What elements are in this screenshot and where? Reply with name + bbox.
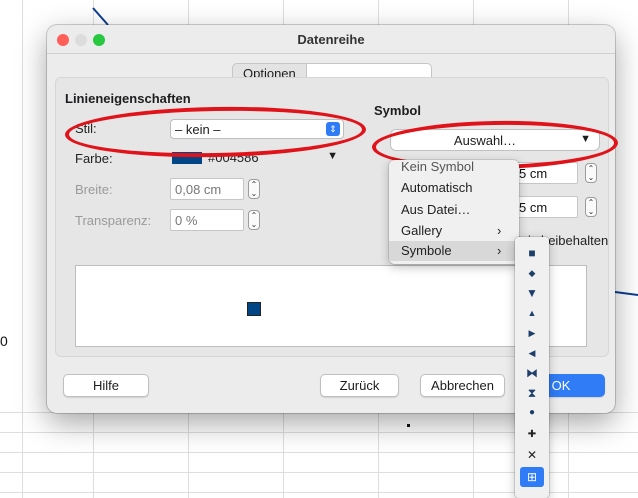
symbol-hourglass-icon[interactable]: ⧗ [515, 383, 549, 403]
menu-item-automatic[interactable]: Automatisch [401, 180, 473, 195]
width-label: Breite: [75, 182, 113, 197]
transparency-label: Transparenz: [75, 213, 152, 228]
title-bar: Datenreihe [47, 25, 615, 54]
chevron-right-icon: › [497, 223, 502, 238]
axis-label: 0 [0, 333, 8, 349]
symbol-height-stepper[interactable]: ⌃ ⌄ [585, 197, 597, 217]
preview-symbol [247, 302, 261, 316]
symbol-triangle-right-icon[interactable]: ▶ [515, 323, 549, 343]
chevron-right-icon: › [497, 243, 502, 258]
symbol-square-plus-icon[interactable]: ⊞ [520, 467, 544, 487]
symbol-diamond-icon[interactable]: ◆ [515, 263, 549, 283]
dialog-title: Datenreihe [297, 32, 365, 47]
back-button[interactable]: Zurück [320, 374, 399, 397]
preview-area [75, 265, 587, 347]
symbol-width-stepper[interactable]: ⌃ ⌄ [585, 163, 597, 183]
transparency-value: 0 % [175, 213, 198, 228]
transparency-stepper[interactable]: ⌃ ⌄ [248, 210, 260, 230]
help-button[interactable]: Hilfe [63, 374, 149, 397]
menu-item-gallery[interactable]: Gallery › [401, 223, 501, 238]
symbol-triangle-down-icon[interactable]: ▼ [515, 283, 549, 303]
color-label: Farbe: [75, 151, 113, 166]
menu-item-from-file[interactable]: Aus Datei… [401, 202, 470, 217]
width-value: 0,08 cm [175, 182, 222, 197]
menu-item-symbols[interactable]: Symbole › [389, 241, 519, 261]
symbol-heading: Symbol [374, 103, 421, 118]
symbol-width-value: 5 cm [519, 166, 548, 181]
symbol-cross-icon[interactable]: ✕ [515, 445, 549, 465]
symbol-bowtie-icon[interactable]: ⧓ [515, 363, 549, 383]
symbol-height-value: 5 cm [519, 200, 548, 215]
symbol-height-field[interactable]: 5 cm [514, 196, 578, 218]
symbol-circle-icon[interactable]: ● [515, 403, 549, 423]
line-properties-heading: Linieneigenschaften [65, 91, 191, 106]
chevron-down-icon: ▼ [327, 150, 338, 162]
menu-item-no-symbol[interactable]: Kein Symbol [401, 159, 474, 174]
symbol-plus-icon[interactable]: ✚ [515, 425, 549, 445]
symbol-triangle-left-icon[interactable]: ◀ [515, 343, 549, 363]
transparency-field[interactable]: 0 % [170, 209, 244, 231]
data-point [407, 424, 410, 427]
width-stepper[interactable]: ⌃ ⌄ [248, 179, 260, 199]
symbol-triangle-up-icon[interactable]: ▲ [515, 303, 549, 323]
symbol-square-icon[interactable]: ■ [515, 243, 549, 263]
width-field[interactable]: 0,08 cm [170, 178, 244, 200]
symbol-menu: Kein Symbol Automatisch Aus Datei… Galle… [389, 159, 519, 264]
symbol-shapes-menu: ■ ◆ ▼ ▲ ▶ ◀ ⧓ ⧗ ● ✚ ✕ ⊞ [515, 237, 549, 498]
cancel-button[interactable]: Abbrechen [420, 374, 505, 397]
